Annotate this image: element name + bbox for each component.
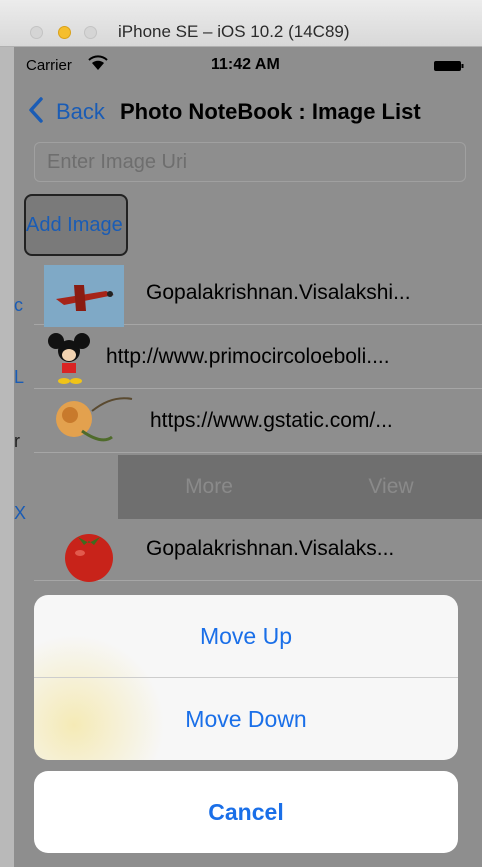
row-label: Gopalakrishnan.Visalaks... [146, 537, 395, 560]
move-down-button[interactable]: Move Down [34, 678, 458, 760]
battery-icon [434, 61, 464, 71]
table-row[interactable]: http://www.primocircoloeboli.... [34, 327, 482, 389]
underlying-glyph: L [14, 367, 25, 387]
airplane-thumbnail [44, 265, 124, 327]
status-bar: Carrier 11:42 AM [14, 47, 482, 81]
table-row[interactable]: https://www.gstatic.com/... [34, 391, 482, 453]
mickey-thumbnail [48, 333, 90, 384]
rose-thumbnail [56, 397, 133, 442]
row-label: http://www.primocircoloeboli.... [106, 345, 390, 368]
navigation-bar: Back Photo NoteBook : Image List [14, 81, 482, 135]
image-uri-input[interactable]: Enter Image Uri [34, 142, 466, 182]
table-row[interactable]: Gopalakrishnan.Visalakshi... [34, 263, 482, 327]
back-chevron-icon[interactable] [28, 97, 44, 123]
underlying-glyph: c [14, 295, 23, 315]
move-up-button[interactable]: Move Up [34, 595, 458, 677]
more-action-button[interactable]: More [118, 455, 300, 519]
underlying-glyph: X [14, 503, 27, 523]
window-title: iPhone SE – iOS 10.2 (14C89) [118, 22, 350, 41]
row-label: Gopalakrishnan.Visalakshi... [146, 281, 411, 304]
status-time: 11:42 AM [211, 56, 280, 73]
window-minimize-button[interactable] [58, 26, 71, 39]
back-button[interactable]: Back [56, 99, 105, 125]
tomato-thumbnail [65, 534, 113, 582]
row-label: https://www.gstatic.com/... [150, 409, 393, 432]
table-row[interactable]: Gopalakrishnan.Visalaks... [34, 519, 482, 582]
device-screen: Carrier 11:42 AM Back Photo NoteBook : I… [14, 47, 482, 867]
wifi-icon [88, 55, 108, 70]
cancel-button[interactable]: Cancel [34, 771, 458, 853]
view-action-button[interactable]: View [300, 455, 482, 519]
underlying-glyph: r [14, 431, 20, 451]
carrier-label: Carrier [26, 57, 72, 74]
simulator-titlebar: iPhone SE – iOS 10.2 (14C89) [0, 0, 482, 47]
page-title: Photo NoteBook : Image List [120, 99, 421, 124]
window-close-button[interactable] [30, 26, 43, 39]
add-image-button[interactable]: Add Image [24, 194, 128, 256]
action-sheet: Move Up Move Down [34, 595, 458, 760]
window-zoom-button[interactable] [84, 26, 97, 39]
swipe-actions: More View [118, 455, 482, 519]
